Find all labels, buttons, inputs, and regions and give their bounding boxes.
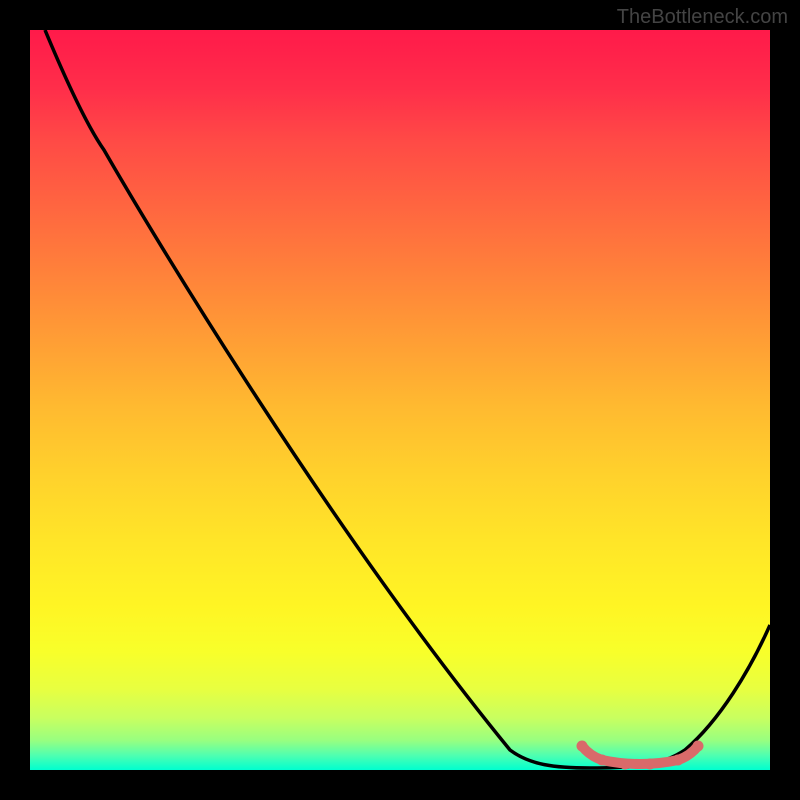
bottleneck-curve-path bbox=[45, 30, 770, 768]
marker-dot bbox=[693, 741, 704, 752]
watermark-text: TheBottleneck.com bbox=[617, 6, 788, 29]
bottleneck-line-chart bbox=[30, 30, 770, 770]
chart-plot-area bbox=[30, 30, 770, 770]
marker-dot bbox=[597, 755, 608, 766]
marker-dot bbox=[620, 759, 631, 770]
marker-dot bbox=[645, 759, 656, 770]
marker-dot bbox=[577, 741, 588, 752]
marker-dot bbox=[673, 755, 684, 766]
